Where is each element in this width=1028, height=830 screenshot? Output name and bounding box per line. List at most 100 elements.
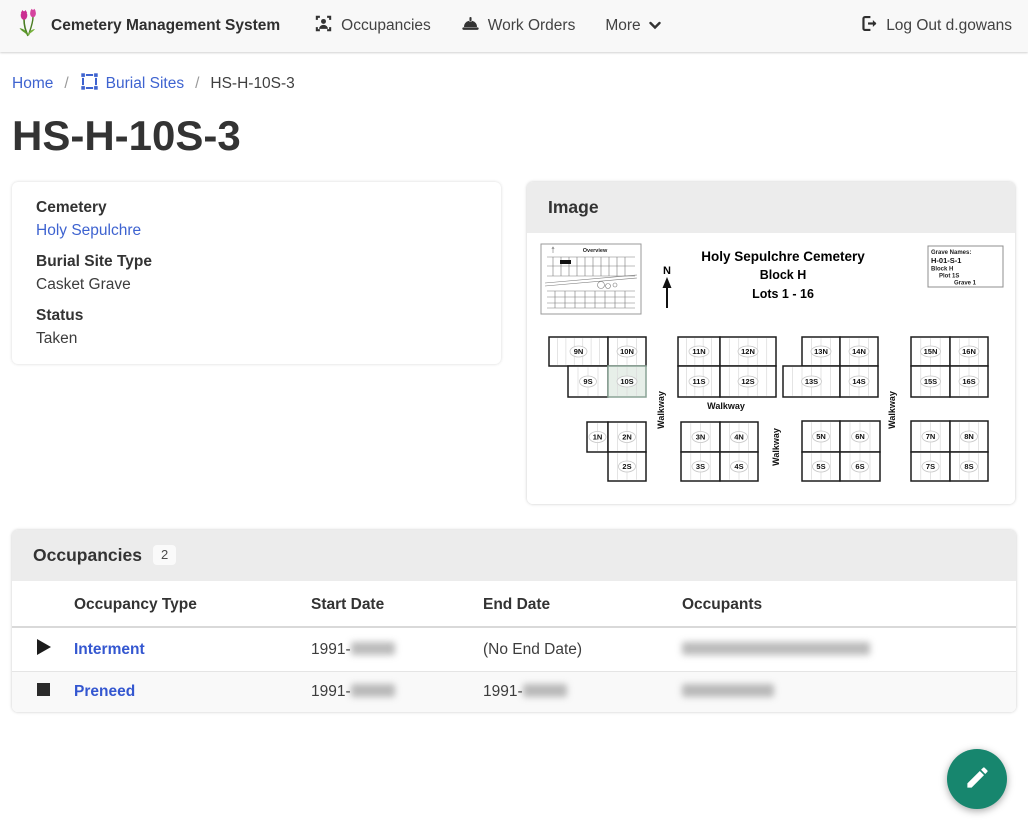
north-compass: N [663,265,672,308]
svg-text:9N: 9N [574,347,584,356]
cemetery-link[interactable]: Holy Sepulchre [36,222,141,239]
walkway-label: Walkway [771,428,781,466]
walkway-label: Walkway [656,391,666,429]
nav-item-occupancies[interactable]: Occupancies [314,14,431,38]
logout-icon [859,14,878,38]
svg-text:5S: 5S [816,462,825,471]
svg-text:10N: 10N [620,347,634,356]
plot-cell-14N: 14N [840,337,878,366]
occupancies-icon [314,14,333,38]
top-navbar: Cemetery Management System Occupancies [0,0,1028,52]
plot-cell-4N: 4N [720,422,758,452]
breadcrumb-home-link[interactable]: Home [12,75,53,93]
pencil-icon [964,764,991,794]
plot-cell-12N: 12N [720,337,776,366]
app-brand[interactable]: Cemetery Management System [16,8,280,45]
svg-text:3S: 3S [696,462,705,471]
svg-text:2S: 2S [622,462,631,471]
column-header-occupants: Occupants [682,581,1016,627]
plot-cell-5S: 5S [802,452,840,481]
svg-text:14S: 14S [852,377,865,386]
plot-cell-10N: 10N [608,337,646,366]
svg-text:Block H: Block H [760,268,807,282]
svg-text:8N: 8N [964,432,974,441]
plot-grid: 9N10N9S10S11N12N11S12S13N14N13S14S15N16N… [549,337,988,481]
chevron-down-icon [649,17,661,35]
svg-text:11S: 11S [693,377,706,386]
image-card: Image Overview [527,182,1015,504]
occupancies-table: Occupancy Type Start Date End Date Occup… [12,581,1016,712]
plot-cell-11S: 11S [678,366,720,397]
plot-cell-3N: 3N [681,422,720,452]
navbar-right: Log Out d.gowans [859,14,1012,38]
breadcrumb-separator: / [195,75,199,93]
cemetery-plot-map: Overview N [527,233,1015,504]
content-columns: Cemetery Holy Sepulchre Burial Site Type… [0,182,1028,504]
breadcrumb-burial-sites-link[interactable]: Burial Sites [80,72,184,96]
status-field: Status Taken [36,307,477,348]
svg-text:15S: 15S [924,377,937,386]
occupancies-card: Occupancies2 Occupancy Type Start Date E… [12,530,1016,712]
occupancies-card-header: Occupancies2 [12,530,1016,581]
play-icon [37,639,51,655]
svg-text:7N: 7N [926,432,936,441]
svg-text:3N: 3N [696,433,706,442]
svg-text:9S: 9S [583,377,592,386]
svg-text:7S: 7S [926,462,935,471]
svg-text:N: N [663,265,671,277]
svg-text:11N: 11N [692,347,705,356]
burial-site-type-field: Burial Site Type Casket Grave [36,253,477,294]
plot-cell-2N: 2N [608,422,646,452]
svg-text:12N: 12N [741,347,755,356]
svg-text:1N: 1N [593,433,603,442]
plot-cell-9S: 9S [568,366,608,397]
page-title: HS-H-10S-3 [12,112,1016,160]
svg-text:Overview: Overview [583,248,608,254]
interment-link[interactable]: Interment [74,641,145,658]
plot-cell-15N: 15N [911,337,950,366]
redacted-occupants [682,642,870,655]
plot-cell-13S: 13S [783,366,840,397]
svg-text:14N: 14N [852,347,866,356]
status-value: Taken [36,330,477,348]
column-header-icon [12,581,74,627]
burial-site-type-value: Casket Grave [36,276,477,294]
nav-item-work-orders[interactable]: Work Orders [461,16,576,37]
plot-cell-7N: 7N [911,421,950,452]
svg-text:16N: 16N [962,347,976,356]
breadcrumb-separator: / [64,75,68,93]
redacted-end-date [523,684,567,697]
column-header-occupancy-type: Occupancy Type [74,581,311,627]
image-card-header: Image [527,182,1015,233]
plot-cell-8N: 8N [950,421,988,452]
nav-item-more[interactable]: More [605,17,660,35]
table-row-preneed: Preneed 1991- 1991- [12,672,1016,713]
svg-text:2N: 2N [622,433,632,442]
svg-text:Block H: Block H [931,267,953,273]
plot-cell-16N: 16N [950,337,988,366]
burial-site-details-card: Cemetery Holy Sepulchre Burial Site Type… [12,182,501,364]
plot-cell-8S: 8S [950,452,988,481]
breadcrumb: Home / Burial Sites / HS-H-10S-3 [0,52,1028,96]
svg-text:Plot 1S: Plot 1S [939,274,959,280]
plot-cell-14S: 14S [840,366,878,397]
no-end-date-value: (No End Date) [483,641,582,658]
table-row-interment: Interment 1991- (No End Date) [12,627,1016,672]
plot-cell-12S: 12S [720,366,776,397]
column-header-start-date: Start Date [311,581,483,627]
preneed-link[interactable]: Preneed [74,683,135,700]
redacted-occupants [682,684,774,697]
svg-text:5N: 5N [816,432,826,441]
tulips-logo-icon [16,8,42,45]
plot-cell-2S: 2S [608,452,646,481]
plot-cell-11N: 11N [678,337,720,366]
logout-button[interactable]: Log Out d.gowans [859,14,1012,38]
column-header-end-date: End Date [483,581,682,627]
status-label: Status [36,307,477,325]
plot-map-image[interactable]: Overview N [527,233,1015,504]
svg-text:13S: 13S [805,377,818,386]
edit-fab-button[interactable] [947,749,1007,809]
svg-text:10S: 10S [620,377,633,386]
plot-cell-1N: 1N [587,422,608,452]
svg-text:4N: 4N [734,433,744,442]
